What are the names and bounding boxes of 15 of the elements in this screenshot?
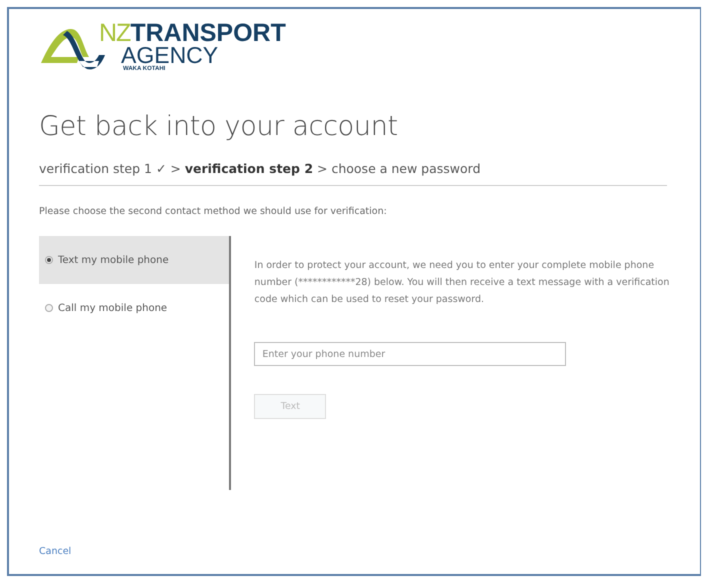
- step-breadcrumb: verification step 1 ✓ > verification step 2 > choose a new password: [39, 161, 667, 186]
- description-text: In order to protect your account, we need you to enter your complete mobile phone number (************28) below. You will then receive a text message with a verification code which can be used to reset your password.: [254, 259, 670, 307]
- phone-field[interactable]: Enter your phone number: [254, 342, 566, 366]
- page-title: Get back into your account: [39, 111, 399, 142]
- logo-text: AGENCY: [121, 45, 220, 66]
- option-label: Call my mobile phone: [58, 302, 168, 314]
- option-label: Text my mobile phone: [58, 254, 169, 266]
- contact-option[interactable]: Text my mobile phone: [39, 236, 230, 284]
- radio-button[interactable]: [45, 304, 53, 312]
- logo-text: NZ: [99, 21, 130, 45]
- radio-button[interactable]: [45, 256, 53, 264]
- logo-text: TRANSPORT: [130, 21, 286, 45]
- cancel-link[interactable]: Cancel: [39, 546, 72, 557]
- instruction-text: Please choose the second contact method we should use for verification:: [39, 206, 388, 217]
- contact-option[interactable]: Call my mobile phone: [39, 284, 230, 332]
